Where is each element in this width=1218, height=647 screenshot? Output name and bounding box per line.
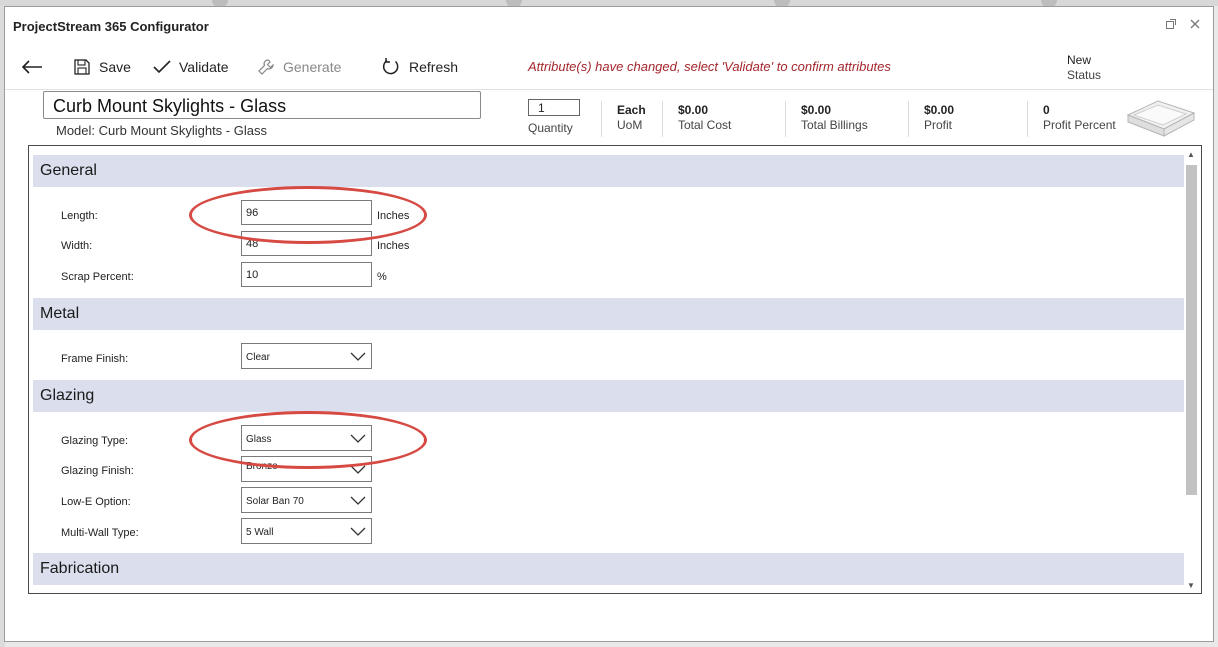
product-header: Curb Mount Skylights - Glass Model: Curb…	[5, 89, 1213, 141]
total-billings-value: $0.00	[801, 103, 832, 117]
status-label: Status	[1067, 68, 1102, 82]
total-billings-metric: $0.00 Total Billings	[801, 103, 868, 133]
frame-finish-label: Frame Finish:	[61, 353, 129, 365]
quantity-input[interactable]: 1	[528, 99, 580, 116]
validate-button[interactable]: Validate	[153, 57, 229, 77]
section-header-metal[interactable]: Metal	[33, 298, 1184, 330]
scrollbar-thumb[interactable]	[1186, 165, 1197, 495]
chevron-down-icon	[350, 434, 366, 443]
refresh-label: Refresh	[409, 59, 459, 75]
glazing-type-label: Glazing Type:	[61, 435, 129, 447]
close-icon[interactable]	[1189, 18, 1201, 33]
product-name-field[interactable]: Curb Mount Skylights - Glass	[43, 91, 481, 119]
generate-label: Generate	[283, 59, 342, 75]
glazing-type-value: Glass	[246, 434, 272, 445]
scrap-percent-unit: %	[377, 271, 387, 283]
metric-divider	[601, 101, 602, 137]
command-bar: Save Validate Generate Refresh Attribute…	[5, 43, 1213, 90]
section-header-glazing[interactable]: Glazing	[33, 380, 1184, 412]
length-label: Length:	[61, 210, 98, 222]
validation-warning: Attribute(s) have changed, select 'Valid…	[528, 59, 891, 74]
metric-divider	[785, 101, 786, 137]
form-scrollbar[interactable]: ▲ ▼	[1185, 150, 1198, 590]
chevron-down-icon	[350, 527, 366, 536]
refresh-icon	[381, 57, 401, 77]
wrench-icon	[257, 58, 275, 76]
length-unit: Inches	[377, 210, 410, 222]
model-label: Model: Curb Mount Skylights - Glass	[56, 123, 267, 138]
popout-icon[interactable]	[1165, 18, 1177, 33]
width-input[interactable]: 48	[241, 231, 372, 256]
frame-finish-dropdown[interactable]: Clear	[241, 343, 372, 369]
save-icon	[73, 58, 91, 76]
scrap-percent-input[interactable]: 10	[241, 262, 372, 287]
width-unit: Inches	[377, 240, 410, 252]
total-cost-label: Total Cost	[678, 118, 732, 132]
profit-percent-label: Profit Percent	[1043, 118, 1116, 132]
multi-wall-type-label: Multi-Wall Type:	[61, 527, 139, 539]
scrap-percent-label: Scrap Percent:	[61, 271, 134, 283]
metric-divider	[662, 101, 663, 137]
total-cost-value: $0.00	[678, 103, 709, 117]
refresh-button[interactable]: Refresh	[381, 57, 458, 77]
generate-button[interactable]: Generate	[257, 57, 341, 77]
metric-divider	[908, 101, 909, 137]
multi-wall-type-dropdown[interactable]: 5 Wall	[241, 518, 372, 544]
low-e-option-label: Low-E Option:	[61, 496, 131, 508]
quantity-caption: Quantity	[528, 121, 573, 136]
dialog-title: ProjectStream 365 Configurator	[13, 19, 209, 34]
chevron-down-icon	[350, 352, 366, 361]
low-e-option-dropdown[interactable]: Solar Ban 70	[241, 487, 372, 513]
profit-percent-value: 0	[1043, 103, 1050, 117]
glazing-finish-dropdown[interactable]: Bronze	[241, 456, 372, 482]
metric-divider	[1027, 101, 1028, 137]
section-title-general: General	[40, 162, 97, 179]
section-title-fabrication: Fabrication	[40, 560, 120, 577]
section-header-general[interactable]: General	[33, 155, 1184, 187]
frame-finish-value: Clear	[246, 352, 270, 363]
profit-value: $0.00	[924, 103, 955, 117]
validate-label: Validate	[179, 59, 229, 75]
uom-label: UoM	[617, 118, 643, 132]
total-billings-label: Total Billings	[801, 118, 868, 132]
quantity-label: Quantity	[528, 121, 573, 135]
glazing-finish-value: Bronze	[246, 461, 278, 472]
save-button[interactable]: Save	[73, 57, 131, 77]
profit-percent-metric: 0 Profit Percent	[1043, 103, 1116, 133]
glazing-type-dropdown[interactable]: Glass	[241, 425, 372, 451]
status-indicator: New Status	[1067, 53, 1101, 83]
multi-wall-type-value: 5 Wall	[246, 527, 274, 538]
total-cost-metric: $0.00 Total Cost	[678, 103, 731, 133]
save-label: Save	[99, 59, 131, 75]
attributes-form: General Length: 96 Inches Width: 48 Inch…	[28, 145, 1202, 594]
width-label: Width:	[61, 240, 93, 252]
profit-metric: $0.00 Profit	[924, 103, 954, 133]
configurator-dialog: ProjectStream 365 Configurator Save Vali…	[4, 6, 1214, 642]
skylight-thumbnail-image	[1124, 97, 1196, 144]
status-value: New	[1067, 53, 1092, 67]
low-e-option-value: Solar Ban 70	[246, 496, 304, 507]
scroll-up-arrow-icon[interactable]: ▲	[1187, 150, 1195, 159]
checkmark-icon	[153, 59, 171, 75]
chevron-down-icon	[350, 465, 366, 474]
section-header-fabrication[interactable]: Fabrication	[33, 553, 1184, 585]
chevron-down-icon	[350, 496, 366, 505]
back-arrow-icon[interactable]	[21, 59, 43, 80]
uom-value: Each	[617, 103, 646, 117]
section-title-metal: Metal	[40, 305, 80, 322]
profit-label: Profit	[924, 118, 953, 132]
uom-metric: Each UoM	[617, 103, 646, 133]
section-title-glazing: Glazing	[40, 387, 95, 404]
glazing-finish-label: Glazing Finish:	[61, 465, 134, 477]
length-input[interactable]: 96	[241, 200, 372, 225]
dialog-titlebar: ProjectStream 365 Configurator	[5, 7, 1213, 43]
scroll-down-arrow-icon[interactable]: ▼	[1187, 581, 1195, 590]
